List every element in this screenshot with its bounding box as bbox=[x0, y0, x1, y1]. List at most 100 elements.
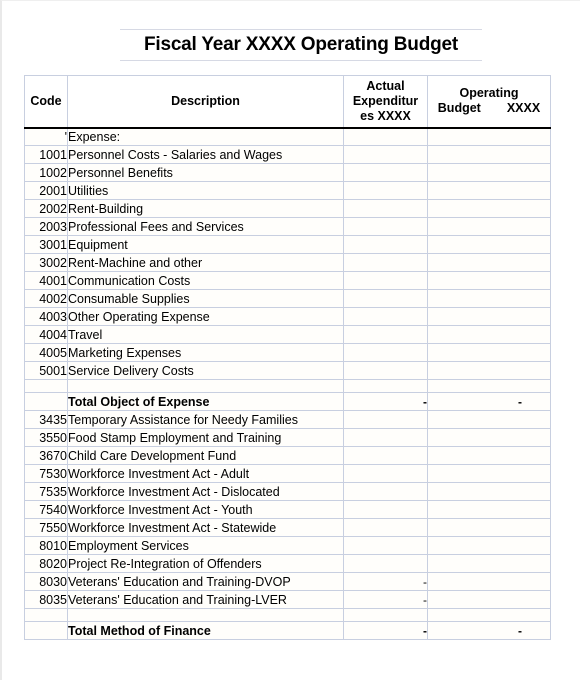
cell-operating-budget[interactable] bbox=[427, 608, 551, 622]
cell-operating-budget[interactable] bbox=[427, 253, 551, 272]
table-row[interactable]: 4005 Marketing Expenses bbox=[24, 343, 551, 362]
cell-actual-expenditures[interactable] bbox=[343, 536, 428, 555]
cell-code[interactable]: 4004 bbox=[24, 325, 68, 344]
cell-code[interactable]: 2001 bbox=[24, 181, 68, 200]
cell-operating-budget[interactable] bbox=[427, 163, 551, 182]
cell-description[interactable]: Total Method of Finance bbox=[67, 621, 344, 640]
cell-actual-expenditures[interactable] bbox=[343, 343, 428, 362]
cell-description[interactable]: Marketing Expenses bbox=[67, 343, 344, 362]
cell-actual-expenditures[interactable]: - bbox=[343, 590, 428, 609]
cell-code[interactable]: 7540 bbox=[24, 500, 68, 519]
cell-description[interactable]: Rent-Building bbox=[67, 199, 344, 218]
table-row[interactable]: 1002 Personnel Benefits bbox=[24, 163, 551, 182]
table-row[interactable]: Total Method of Finance - - bbox=[24, 621, 551, 640]
table-row[interactable]: 1001 Personnel Costs - Salaries and Wages bbox=[24, 145, 551, 164]
table-row[interactable]: 7535 Workforce Investment Act - Dislocate… bbox=[24, 482, 551, 501]
cell-code[interactable] bbox=[24, 621, 68, 640]
cell-code[interactable]: 7535 bbox=[24, 482, 68, 501]
cell-code[interactable] bbox=[24, 379, 68, 393]
cell-description[interactable]: Workforce Investment Act - Adult bbox=[67, 464, 344, 483]
cell-description[interactable]: Professional Fees and Services bbox=[67, 217, 344, 236]
table-row[interactable]: 7540 Workforce Investment Act - Youth bbox=[24, 500, 551, 519]
cell-operating-budget[interactable] bbox=[427, 428, 551, 447]
cell-description[interactable]: Project Re-Integration of Offenders bbox=[67, 554, 344, 573]
cell-description[interactable] bbox=[67, 608, 344, 622]
cell-actual-expenditures[interactable] bbox=[343, 271, 428, 290]
cell-code[interactable]: 7550 bbox=[24, 518, 68, 537]
cell-operating-budget[interactable] bbox=[427, 464, 551, 483]
cell-description[interactable]: Expense: bbox=[67, 127, 344, 146]
cell-description[interactable]: Food Stamp Employment and Training bbox=[67, 428, 344, 447]
cell-description[interactable]: Temporary Assistance for Needy Families bbox=[67, 410, 344, 429]
cell-code[interactable]: 8020 bbox=[24, 554, 68, 573]
cell-description[interactable]: Child Care Development Fund bbox=[67, 446, 344, 465]
cell-description[interactable]: Consumable Supplies bbox=[67, 289, 344, 308]
table-row[interactable]: 3670 Child Care Development Fund bbox=[24, 446, 551, 465]
cell-operating-budget[interactable] bbox=[427, 289, 551, 308]
cell-code[interactable]: 4001 bbox=[24, 271, 68, 290]
cell-operating-budget[interactable]: - bbox=[427, 392, 551, 411]
cell-code[interactable] bbox=[24, 392, 68, 411]
cell-operating-budget[interactable] bbox=[427, 127, 551, 146]
cell-operating-budget[interactable] bbox=[427, 379, 551, 393]
cell-operating-budget[interactable] bbox=[427, 307, 551, 326]
cell-description[interactable]: Service Delivery Costs bbox=[67, 361, 344, 380]
cell-code[interactable]: 2002 bbox=[24, 199, 68, 218]
cell-description[interactable]: Personnel Costs - Salaries and Wages bbox=[67, 145, 344, 164]
cell-description[interactable]: Total Object of Expense bbox=[67, 392, 344, 411]
cell-operating-budget[interactable] bbox=[427, 199, 551, 218]
cell-operating-budget[interactable] bbox=[427, 572, 551, 591]
cell-operating-budget[interactable] bbox=[427, 235, 551, 254]
table-row[interactable]: 3435 Temporary Assistance for Needy Famil… bbox=[24, 410, 551, 429]
cell-description[interactable]: Workforce Investment Act - Youth bbox=[67, 500, 344, 519]
cell-code[interactable]: 3670 bbox=[24, 446, 68, 465]
table-row[interactable]: 2002 Rent-Building bbox=[24, 199, 551, 218]
table-row[interactable]: 8035 Veterans' Education and Training-LVE… bbox=[24, 590, 551, 609]
cell-actual-expenditures[interactable] bbox=[343, 500, 428, 519]
cell-actual-expenditures[interactable] bbox=[343, 518, 428, 537]
cell-code[interactable]: 3550 bbox=[24, 428, 68, 447]
cell-actual-expenditures[interactable] bbox=[343, 608, 428, 622]
cell-actual-expenditures[interactable] bbox=[343, 163, 428, 182]
table-row[interactable]: 4003 Other Operating Expense bbox=[24, 307, 551, 326]
cell-actual-expenditures[interactable]: - bbox=[343, 621, 428, 640]
cell-operating-budget[interactable] bbox=[427, 536, 551, 555]
cell-actual-expenditures[interactable] bbox=[343, 235, 428, 254]
cell-operating-budget[interactable] bbox=[427, 217, 551, 236]
cell-operating-budget[interactable] bbox=[427, 554, 551, 573]
cell-operating-budget[interactable] bbox=[427, 446, 551, 465]
cell-actual-expenditures[interactable] bbox=[343, 181, 428, 200]
cell-description[interactable]: Personnel Benefits bbox=[67, 163, 344, 182]
table-row[interactable]: 8030 Veterans' Education and Training-DVO… bbox=[24, 572, 551, 591]
cell-operating-budget[interactable] bbox=[427, 145, 551, 164]
cell-code[interactable]: 8010 bbox=[24, 536, 68, 555]
cell-operating-budget[interactable] bbox=[427, 325, 551, 344]
cell-operating-budget[interactable] bbox=[427, 343, 551, 362]
cell-description[interactable]: Equipment bbox=[67, 235, 344, 254]
table-row[interactable]: 8010 Employment Services bbox=[24, 536, 551, 555]
cell-code[interactable]: 4005 bbox=[24, 343, 68, 362]
cell-actual-expenditures[interactable] bbox=[343, 307, 428, 326]
table-row[interactable]: 7550 Workforce Investment Act - Statewide bbox=[24, 518, 551, 537]
cell-actual-expenditures[interactable] bbox=[343, 145, 428, 164]
cell-description[interactable]: Veterans' Education and Training-DVOP bbox=[67, 572, 344, 591]
cell-description[interactable]: Utilities bbox=[67, 181, 344, 200]
table-row[interactable]: 7530 Workforce Investment Act - Adult bbox=[24, 464, 551, 483]
table-row[interactable]: 5001 Service Delivery Costs bbox=[24, 361, 551, 380]
table-row[interactable]: ' Expense: bbox=[24, 127, 551, 146]
cell-actual-expenditures[interactable]: - bbox=[343, 392, 428, 411]
cell-actual-expenditures[interactable] bbox=[343, 217, 428, 236]
cell-actual-expenditures[interactable]: - bbox=[343, 572, 428, 591]
cell-actual-expenditures[interactable] bbox=[343, 410, 428, 429]
cell-code[interactable]: 7530 bbox=[24, 464, 68, 483]
cell-description[interactable]: Other Operating Expense bbox=[67, 307, 344, 326]
cell-actual-expenditures[interactable] bbox=[343, 253, 428, 272]
cell-actual-expenditures[interactable] bbox=[343, 482, 428, 501]
cell-actual-expenditures[interactable] bbox=[343, 199, 428, 218]
table-row[interactable]: 4001 Communication Costs bbox=[24, 271, 551, 290]
table-row[interactable]: 2001 Utilities bbox=[24, 181, 551, 200]
cell-actual-expenditures[interactable] bbox=[343, 379, 428, 393]
cell-actual-expenditures[interactable] bbox=[343, 127, 428, 146]
cell-code[interactable]: 5001 bbox=[24, 361, 68, 380]
cell-code[interactable]: 1002 bbox=[24, 163, 68, 182]
